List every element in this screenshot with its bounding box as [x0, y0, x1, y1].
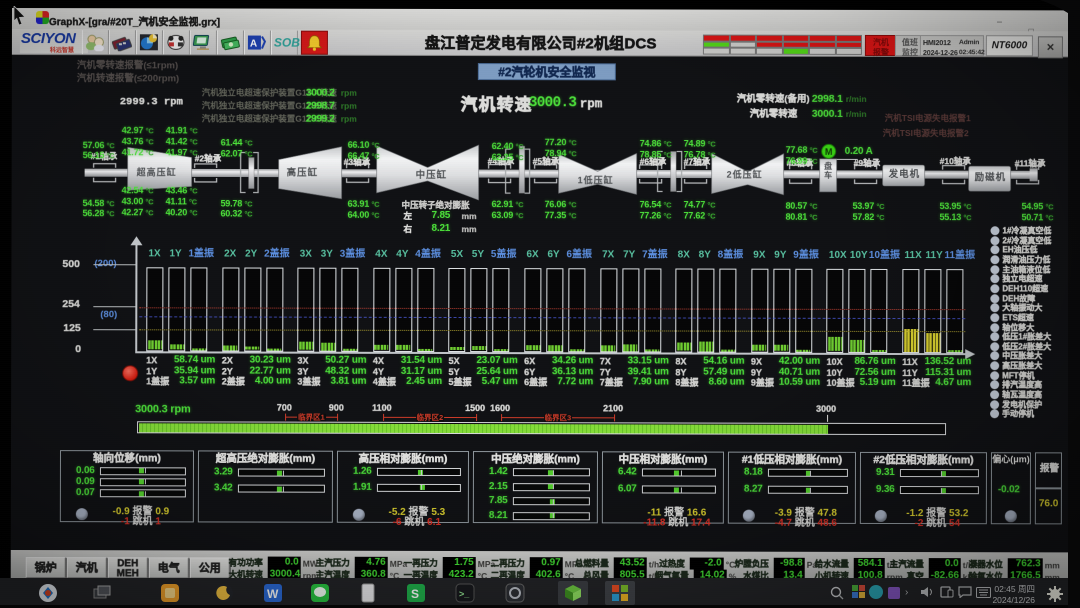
- svg-text:M: M: [825, 147, 833, 157]
- svg-text:S: S: [411, 587, 419, 601]
- svg-text:>_: >_: [459, 589, 470, 599]
- svg-text:SOB: SOB: [274, 36, 300, 50]
- svg-text:W: W: [267, 587, 279, 601]
- svg-text:A: A: [250, 39, 257, 50]
